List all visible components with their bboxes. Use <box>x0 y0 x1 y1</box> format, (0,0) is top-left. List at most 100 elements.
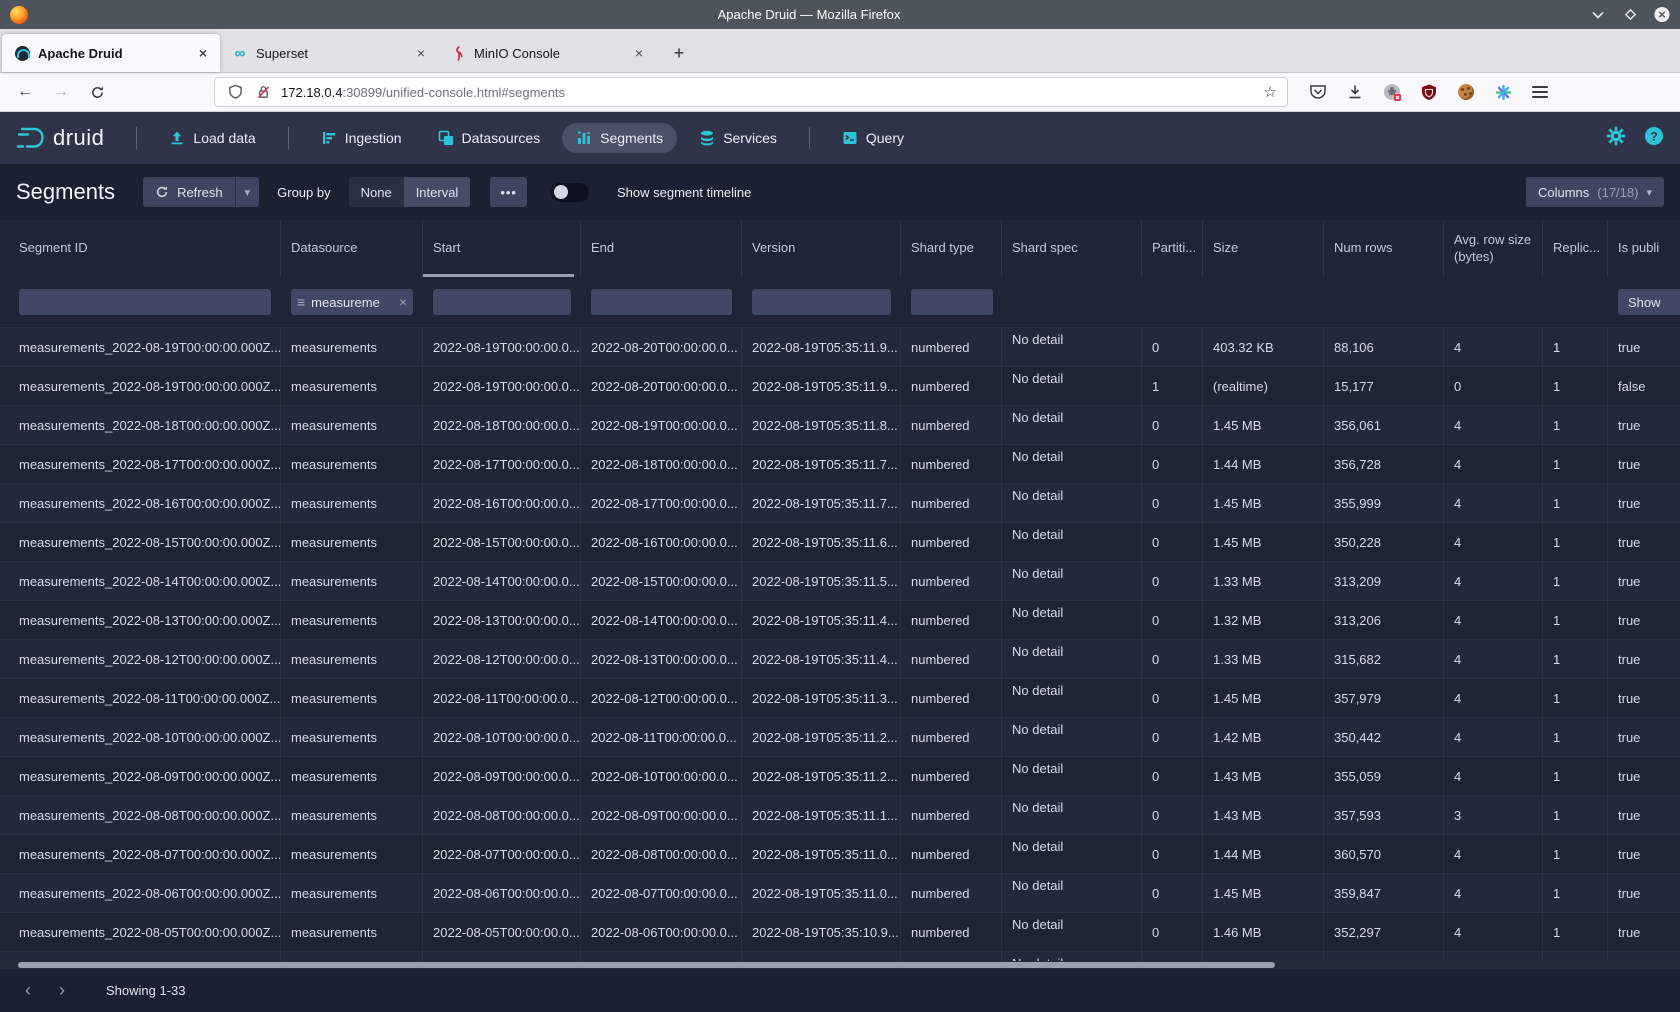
maximize-icon[interactable] <box>1622 7 1638 23</box>
filter-datasource-input[interactable]: ≡ measureme × <box>291 289 413 315</box>
cell-datasource: measurements <box>281 796 423 835</box>
table-row[interactable]: measurements_2022-08-10T00:00:00.000Z...… <box>0 718 1680 757</box>
table-row[interactable]: measurements_2022-08-17T00:00:00.000Z...… <box>0 445 1680 484</box>
columns-button[interactable]: Columns (17/18) ▾ <box>1526 177 1664 207</box>
cell-start: 2022-08-14T00:00:00.0... <box>423 562 581 601</box>
table-row[interactable]: measurements_2022-08-15T00:00:00.000Z...… <box>0 523 1680 562</box>
table-row[interactable]: measurements_2022-08-16T00:00:00.000Z...… <box>0 484 1680 523</box>
reload-icon[interactable] <box>82 78 112 106</box>
tab-close-icon[interactable]: × <box>414 45 428 61</box>
next-page-icon[interactable]: › <box>48 977 76 1005</box>
column-header-num_rows[interactable]: Num rows <box>1324 220 1444 277</box>
cell-partition: 0 <box>1142 874 1203 913</box>
settings-gear-icon[interactable] <box>1606 126 1626 151</box>
refresh-button[interactable]: Refresh <box>143 177 235 207</box>
downloads-icon[interactable] <box>1345 82 1365 102</box>
table-row[interactable]: measurements_2022-08-13T00:00:00.000Z...… <box>0 601 1680 640</box>
segment-timeline-toggle[interactable] <box>551 183 589 202</box>
more-options-button[interactable]: ••• <box>490 177 527 207</box>
horizontal-scrollbar[interactable] <box>0 961 1680 969</box>
column-header-avg_row_size[interactable]: Avg. row size (bytes) <box>1444 220 1543 277</box>
forward-icon[interactable]: → <box>46 78 76 106</box>
table-header-row: Segment IDDatasourceStartEndVersionShard… <box>0 220 1680 277</box>
column-header-version[interactable]: Version <box>742 220 901 277</box>
column-header-is_published[interactable]: Is publi <box>1608 220 1680 277</box>
tab-apache-druid[interactable]: Apache Druid × <box>2 34 220 72</box>
column-header-shard_type[interactable]: Shard type <box>901 220 1002 277</box>
cell-version: 2022-08-19T05:35:11.7... <box>742 484 901 523</box>
table-row[interactable]: measurements_2022-08-08T00:00:00.000Z...… <box>0 796 1680 835</box>
extension-disabled-icon[interactable] <box>1382 82 1402 102</box>
close-icon[interactable] <box>1654 7 1670 23</box>
filter-end-input[interactable] <box>591 289 732 315</box>
table-row[interactable]: measurements_2022-08-14T00:00:00.000Z...… <box>0 562 1680 601</box>
column-header-start[interactable]: Start <box>423 220 581 277</box>
column-header-partition[interactable]: Partiti... <box>1142 220 1203 277</box>
tab-superset[interactable]: ∞ Superset × <box>220 34 438 72</box>
column-header-size[interactable]: Size <box>1203 220 1324 277</box>
nav-item-load-data[interactable]: Load data <box>155 123 269 153</box>
column-header-replication[interactable]: Replic... <box>1543 220 1608 277</box>
nav-item-services[interactable]: Services <box>685 123 791 153</box>
nav-divider <box>809 127 810 149</box>
minimize-icon[interactable] <box>1590 7 1606 23</box>
table-row[interactable]: measurements_2022-08-07T00:00:00.000Z...… <box>0 835 1680 874</box>
table-row[interactable]: measurements_2022-08-04T00:00:00.000Z...… <box>0 952 1680 961</box>
url-text[interactable]: 172.18.0.4:30899/unified-console.html#se… <box>281 85 1256 100</box>
scrollbar-thumb[interactable] <box>18 962 1275 968</box>
column-header-shard_spec[interactable]: Shard spec <box>1002 220 1142 277</box>
cookie-icon[interactable] <box>1456 82 1476 102</box>
cell-shard_spec: No detail <box>1002 601 1142 640</box>
filter-segment-id-input[interactable] <box>19 289 271 315</box>
nav-item-segments[interactable]: Segments <box>562 123 677 153</box>
prev-page-icon[interactable]: ‹ <box>14 977 42 1005</box>
refresh-dropdown-button[interactable]: ▾ <box>235 177 260 207</box>
menu-hamburger-icon[interactable] <box>1530 82 1550 102</box>
table-row[interactable]: measurements_2022-08-18T00:00:00.000Z...… <box>0 406 1680 445</box>
filter-shard-type-input[interactable] <box>911 289 993 315</box>
table-row[interactable]: measurements_2022-08-05T00:00:00.000Z...… <box>0 913 1680 952</box>
cell-datasource: measurements <box>281 328 423 367</box>
shield-icon[interactable] <box>225 82 245 102</box>
cell-is_published: true <box>1608 562 1680 601</box>
new-tab-button[interactable]: + <box>664 38 694 68</box>
nav-item-datasources[interactable]: Datasources <box>424 123 555 153</box>
tab-minio-console[interactable]: MinIO Console × <box>438 34 656 72</box>
filter-start-input[interactable] <box>433 289 571 315</box>
nav-item-query[interactable]: Query <box>828 123 918 153</box>
cell-avg_row_size: 4 <box>1444 484 1543 523</box>
tab-close-icon[interactable]: × <box>632 45 646 61</box>
table-row[interactable]: measurements_2022-08-19T00:00:00.000Z...… <box>0 328 1680 367</box>
cell-partition: 1 <box>1142 367 1203 406</box>
url-bar[interactable]: 172.18.0.4:30899/unified-console.html#se… <box>214 77 1288 107</box>
filter-clear-icon[interactable]: × <box>399 294 407 310</box>
help-icon[interactable]: ? <box>1644 126 1664 151</box>
table-row[interactable]: measurements_2022-08-06T00:00:00.000Z...… <box>0 874 1680 913</box>
filter-is-published-select[interactable]: Show <box>1618 289 1680 315</box>
druid-logo[interactable]: druid <box>16 125 104 151</box>
group-by-interval-button[interactable]: Interval <box>404 177 471 207</box>
pocket-icon[interactable] <box>1308 82 1328 102</box>
cell-is_published: false <box>1608 367 1680 406</box>
ublock-icon[interactable] <box>1419 82 1439 102</box>
cell-is_published: true <box>1608 757 1680 796</box>
column-header-datasource[interactable]: Datasource <box>281 220 423 277</box>
back-icon[interactable]: ← <box>10 78 40 106</box>
tab-close-icon[interactable]: × <box>196 45 210 61</box>
column-header-id[interactable]: Segment ID <box>0 220 281 277</box>
table-row[interactable]: measurements_2022-08-11T00:00:00.000Z...… <box>0 679 1680 718</box>
filter-version-input[interactable] <box>752 289 891 315</box>
asterisk-extension-icon[interactable] <box>1493 82 1513 102</box>
cell-datasource: measurements <box>281 484 423 523</box>
cell-datasource: measurements <box>281 367 423 406</box>
bookmark-star-icon[interactable]: ☆ <box>1264 83 1277 101</box>
table-row[interactable]: measurements_2022-08-09T00:00:00.000Z...… <box>0 757 1680 796</box>
cell-version: 2022-08-19T05:35:11.6... <box>742 523 901 562</box>
nav-item-ingestion[interactable]: Ingestion <box>307 123 416 153</box>
group-by-none-button[interactable]: None <box>349 177 404 207</box>
table-row[interactable]: measurements_2022-08-12T00:00:00.000Z...… <box>0 640 1680 679</box>
cell-datasource: measurements <box>281 601 423 640</box>
table-row[interactable]: measurements_2022-08-19T00:00:00.000Z...… <box>0 367 1680 406</box>
column-header-end[interactable]: End <box>581 220 742 277</box>
insecure-lock-icon[interactable] <box>253 82 273 102</box>
